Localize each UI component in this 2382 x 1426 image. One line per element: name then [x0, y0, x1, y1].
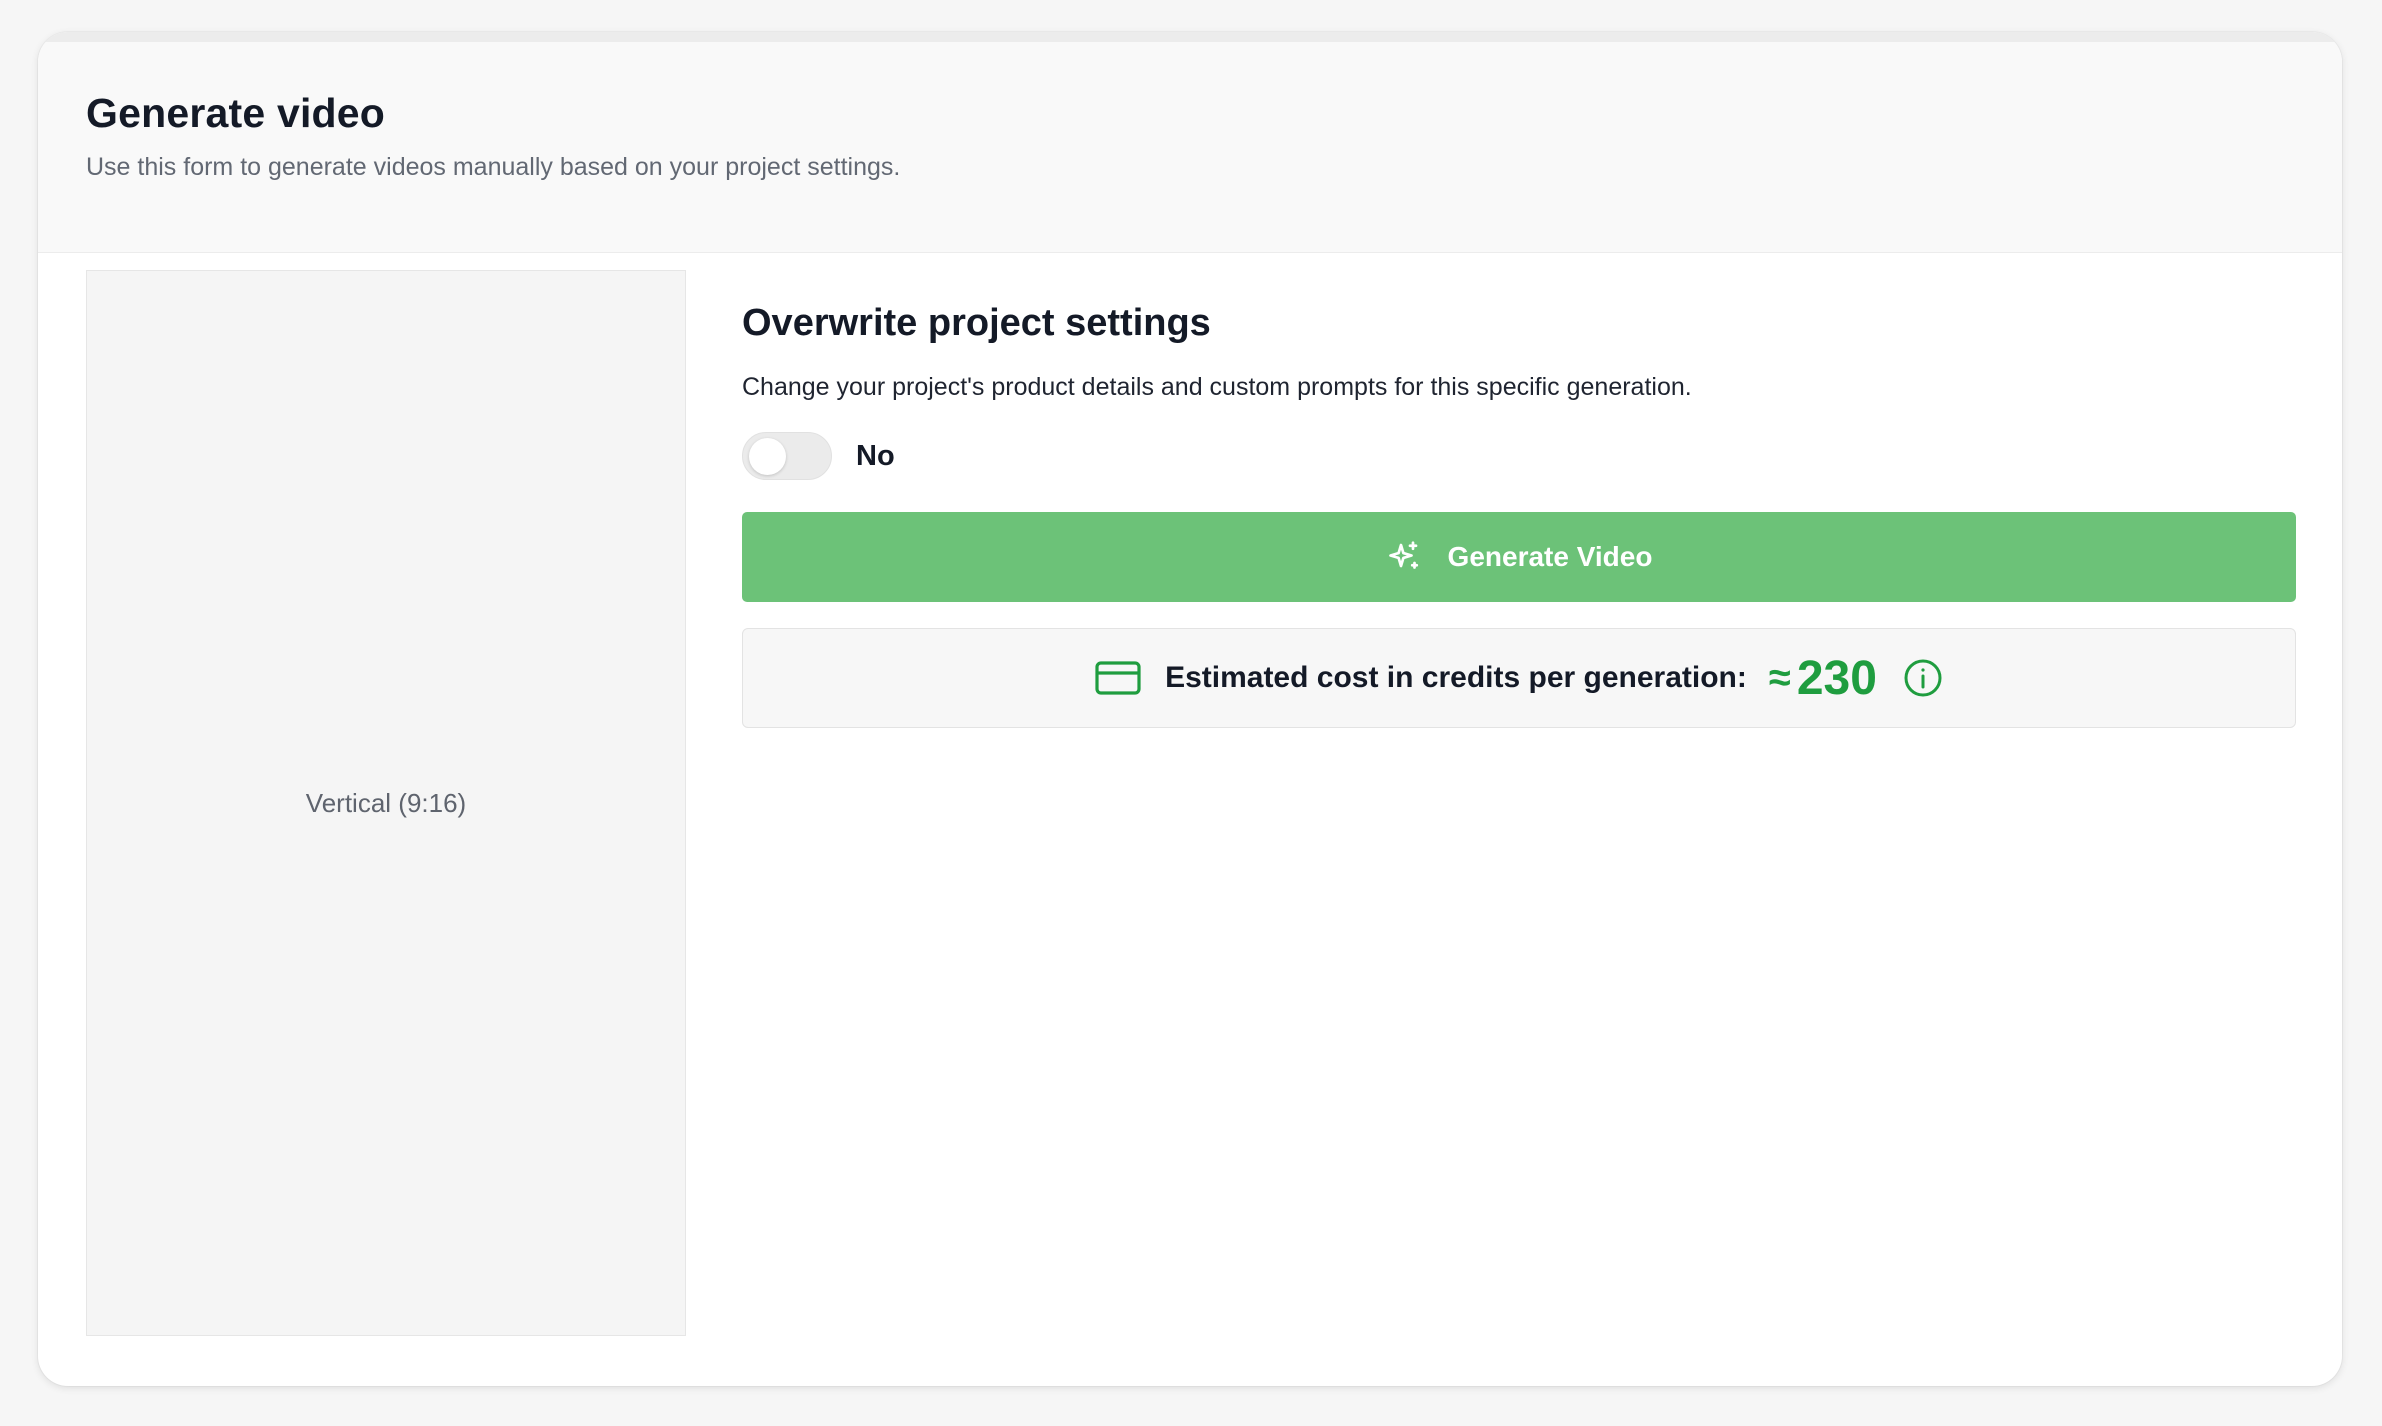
cost-approx-symbol: ≈	[1768, 655, 1791, 700]
card-header: Generate video Use this form to generate…	[38, 42, 2342, 253]
cost-value: 230	[1796, 651, 1877, 705]
generate-video-label: Generate Video	[1447, 541, 1653, 572]
credit-card-icon	[1095, 661, 1141, 695]
preview-aspect-label: Vertical (9:16)	[305, 787, 467, 818]
overwrite-toggle-row: No	[742, 432, 2296, 480]
overwrite-toggle[interactable]	[742, 432, 832, 480]
page-subtitle: Use this form to generate videos manuall…	[86, 153, 901, 181]
estimated-cost-box: Estimated cost in credits per generation…	[742, 628, 2296, 728]
settings-title: Overwrite project settings	[742, 302, 1211, 344]
overwrite-settings-section: Overwrite project settings Change your p…	[742, 302, 2296, 728]
toggle-label: No	[856, 439, 895, 472]
toggle-knob	[749, 438, 786, 475]
settings-description: Change your project's product details an…	[742, 373, 1692, 401]
generate-video-button[interactable]: Generate Video	[742, 512, 2296, 602]
cost-label: Estimated cost in credits per generation…	[1165, 661, 1747, 694]
info-icon[interactable]	[1903, 658, 1943, 698]
generate-video-card: Generate video Use this form to generate…	[38, 32, 2342, 1386]
video-preview: Vertical (9:16)	[86, 270, 686, 1336]
page-title: Generate video	[86, 90, 386, 136]
sparkles-icon	[1386, 539, 1422, 575]
